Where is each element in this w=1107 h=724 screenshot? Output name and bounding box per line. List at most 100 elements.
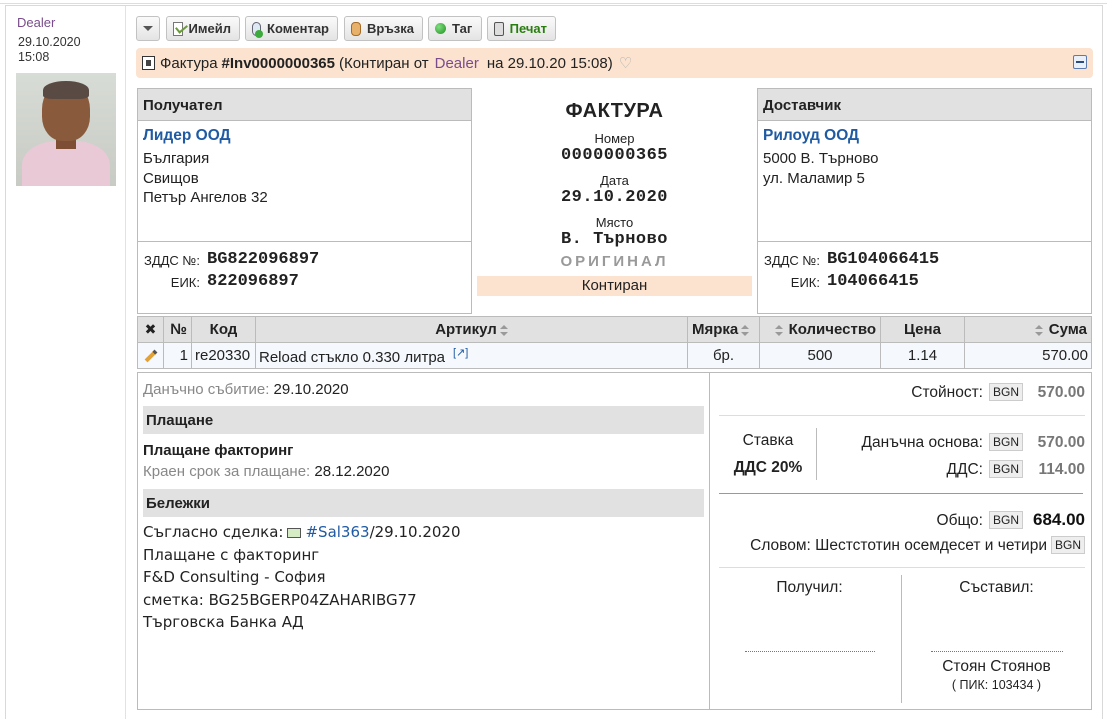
row-article-cell: Reload стъкло 0.330 литра [↗] <box>255 342 688 369</box>
row-code: re20330 <box>191 342 256 369</box>
table-row: 1 re20330 Reload стъкло 0.330 литра [↗] б… <box>137 342 1092 369</box>
received-label: Получил: <box>776 579 843 596</box>
words-line: Словом: Шестстотин осемдесет и четири BGN <box>750 536 1085 555</box>
recipient-heading: Получател <box>138 89 471 121</box>
invoice-title: ФАКТУРА <box>565 100 664 122</box>
column-header-no: № <box>163 316 192 343</box>
currency-badge: BGN <box>988 460 1023 478</box>
notes: Съгласно сделка: #Sal363/29.10.2020 Плаща… <box>138 521 709 634</box>
print-icon <box>494 21 504 36</box>
email-icon <box>173 21 183 36</box>
deal-link[interactable]: #Sal363 <box>305 523 369 541</box>
doc-status-prefix: (Контиран от <box>338 54 429 72</box>
recipient-ids: ЗДДС №: BG822096897 ЕИК: 822096897 <box>138 241 471 314</box>
doc-status-suffix: на 29.10.20 15:08) <box>486 54 613 72</box>
note-line: Съгласно сделка: #Sal363/29.10.2020 <box>143 521 709 544</box>
invoice-number-label: Номер <box>594 131 635 146</box>
supplier-ids: ЗДДС №: BG104066415 ЕИК: 104066415 <box>758 241 1091 314</box>
received-signature-line <box>744 651 875 652</box>
row-no: 1 <box>163 342 192 369</box>
note-line: F&D Consulting - София <box>143 568 326 586</box>
external-link-icon[interactable]: [↗] <box>453 347 468 359</box>
issued-label: Съставил: <box>959 579 1034 596</box>
link-icon <box>351 21 361 36</box>
email-button[interactable]: Имейл <box>166 16 240 41</box>
currency-badge: BGN <box>988 511 1023 529</box>
recipient-vat-label: ЗДДС №: <box>143 253 200 268</box>
post-date: 29.10.2020 15:08 <box>18 35 81 65</box>
vat-rate-label: Ставка <box>742 432 794 449</box>
currency-badge: BGN <box>988 383 1023 401</box>
column-header-code: Код <box>191 316 256 343</box>
recipient-vat: BG822096897 <box>207 250 320 269</box>
vat-amount: 114.00 <box>1038 461 1085 478</box>
payment-heading: Плащане <box>143 406 704 434</box>
pencil-icon[interactable] <box>144 349 158 363</box>
invoice-meta: ФАКТУРА Номер 0000000365 Дата 29.10.2020… <box>472 88 757 314</box>
value-amount: 570.00 <box>1037 384 1085 401</box>
column-header-unit-label: Мярка <box>692 321 739 338</box>
doc-status-author[interactable]: Dealer <box>435 55 479 72</box>
email-button-label: Имейл <box>188 21 231 36</box>
collapse-icon[interactable] <box>1073 55 1087 69</box>
issuer-pik: ( ПИК: 103434 ) <box>951 678 1042 692</box>
comment-icon <box>252 21 264 38</box>
note-suffix: /29.10.2020 <box>369 523 461 541</box>
items-table: ✖ № Код Артикул Мярка Количество Цена Су… <box>137 316 1092 369</box>
column-header-quantity[interactable]: Количество <box>759 316 881 343</box>
payment-due-label: Краен срок за плащане: <box>143 463 311 480</box>
base-line: Данъчна основа: BGN 570.00 <box>862 433 1085 452</box>
tag-button[interactable]: Таг <box>428 16 482 41</box>
vat-rate-value: ДДС 20% <box>733 459 803 476</box>
sort-icon <box>499 324 508 336</box>
row-sum: 570.00 <box>964 342 1092 369</box>
post-date-day: 29.10.2020 <box>18 35 81 49</box>
author-name[interactable]: Dealer <box>17 15 55 30</box>
heart-icon[interactable]: ♡ <box>619 54 632 72</box>
recipient-city: Свищов <box>143 169 199 187</box>
divider <box>719 567 1085 568</box>
supplier-eik: 104066415 <box>827 272 919 291</box>
sort-icon <box>774 324 783 336</box>
tools-column-header: ✖ <box>137 316 164 343</box>
link-button[interactable]: Връзка <box>344 16 423 41</box>
divider <box>901 575 902 703</box>
menu-dropdown-button[interactable] <box>136 16 160 41</box>
recipient-eik: 822096897 <box>207 272 299 291</box>
tag-button-label: Таг <box>452 21 473 36</box>
row-article: Reload стъкло 0.330 литра <box>259 348 445 366</box>
supplier-box: Доставчик Рилоуд ООД 5000 В. Търново ул.… <box>757 88 1092 314</box>
recipient-name[interactable]: Лидер ООД <box>138 121 471 149</box>
recipient-street: Петър Ангелов 32 <box>143 189 268 206</box>
column-header-article[interactable]: Артикул <box>255 316 688 343</box>
total-line: Общо: BGN 684.00 <box>937 510 1085 530</box>
base-label: Данъчна основа: <box>861 434 983 451</box>
column-header-article-label: Артикул <box>435 321 497 338</box>
edit-cell[interactable] <box>137 342 164 369</box>
recipient-box: Получател Лидер ООД България Свищов Петъ… <box>137 88 472 314</box>
recipient-country: България <box>143 150 210 167</box>
tag-icon <box>435 23 446 34</box>
print-button-label: Печат <box>509 21 547 36</box>
payment-method: Плащане факторинг <box>143 442 294 459</box>
details-panel: Данъчно събитие: 29.10.2020 Плащане Плащ… <box>138 373 710 709</box>
doc-number: #Inv0000000365 <box>221 54 335 72</box>
issued-signature-line <box>930 651 1063 652</box>
issued-block: Съставил: Стоян Стоянов ( ПИК: 103434 ) <box>904 579 1089 692</box>
divider <box>816 428 817 480</box>
comment-button[interactable]: Коментар <box>245 16 338 41</box>
print-button[interactable]: Печат <box>487 16 556 41</box>
column-header-unit[interactable]: Мярка <box>687 316 760 343</box>
supplier-name[interactable]: Рилоуд ООД <box>758 121 1091 149</box>
vat-line: ДДС: BGN 114.00 <box>946 460 1085 479</box>
vat-rate: Ставка ДДС 20% <box>719 432 817 477</box>
invoice-original: ОРИГИНАЛ <box>560 253 669 270</box>
column-header-sum[interactable]: Сума <box>964 316 1092 343</box>
row-price: 1.14 <box>880 342 965 369</box>
divider <box>719 415 1085 416</box>
words-value: Шестстотин осемдесет и четири <box>815 537 1047 554</box>
supplier-heading: Доставчик <box>758 89 1091 121</box>
note-line: Плащане с факторинг <box>143 545 320 564</box>
column-header-quantity-label: Количество <box>788 321 876 338</box>
doc-type: Фактура <box>160 54 218 72</box>
